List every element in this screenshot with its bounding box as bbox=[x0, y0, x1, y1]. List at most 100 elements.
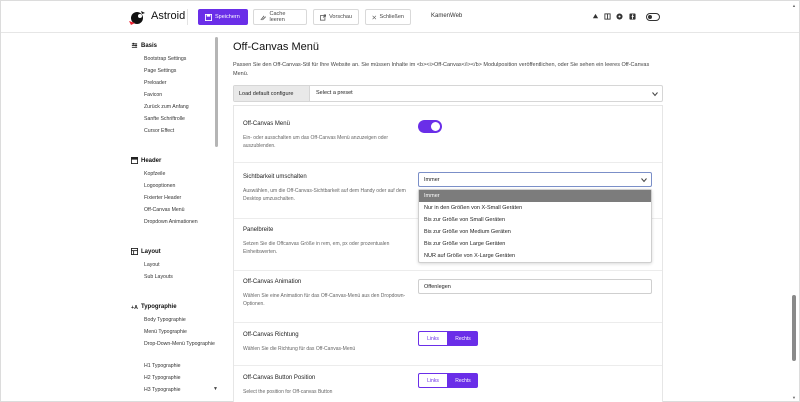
row-divider bbox=[234, 270, 662, 271]
dropdown-option[interactable]: Bis zur Größe von Medium Geräten bbox=[419, 226, 651, 238]
row-divider bbox=[234, 365, 662, 366]
sidebar-item-sub-layouts[interactable]: Sub Layouts bbox=[144, 274, 219, 281]
chevron-down-icon bbox=[652, 92, 658, 97]
header-icon bbox=[131, 157, 138, 164]
header-divider bbox=[187, 9, 188, 25]
offcanvas-label: Off-Canvas Menü bbox=[243, 121, 290, 127]
sidebar-item-back-to-top[interactable]: Zurück zum Anfang bbox=[144, 104, 219, 111]
sidebar-item-offcanvas-menu[interactable]: Off-Canvas Menü bbox=[144, 207, 219, 214]
close-button[interactable]: Schließen bbox=[365, 9, 411, 25]
broom-icon bbox=[260, 15, 266, 20]
direction-help: Wählen Sie die Richtung für das Off-Canv… bbox=[243, 346, 356, 352]
site-name: KamenWeb bbox=[431, 13, 463, 19]
layout-icon bbox=[131, 248, 138, 255]
page-scrollbar[interactable]: ▲ ▼ bbox=[791, 3, 797, 401]
sliders-icon bbox=[131, 42, 138, 48]
sidebar-section-header[interactable]: Header bbox=[131, 157, 161, 164]
sidebar-item-favicon[interactable]: Favicon bbox=[144, 92, 219, 99]
chevron-down-icon bbox=[641, 178, 647, 183]
save-button[interactable]: Speichern bbox=[198, 9, 248, 25]
sidebar-item-dropdown-typography[interactable]: Drop-Down-Menü Typographie bbox=[144, 341, 219, 348]
button-position-help: Select the position for Off-canvas Butto… bbox=[243, 389, 333, 395]
sidebar-item-kopfzeile[interactable]: Kopfzeile bbox=[144, 171, 219, 178]
sidebar-item-bootstrap-settings[interactable]: Bootstrap Settings bbox=[144, 56, 219, 63]
sidebar-section-label: Layout bbox=[141, 248, 161, 255]
button-position-label: Off-Canvas Button Position bbox=[243, 375, 316, 381]
animation-label: Off-Canvas Animation bbox=[243, 279, 302, 285]
animation-select[interactable]: Offenlegen bbox=[418, 279, 652, 294]
save-label: Speichern bbox=[215, 14, 240, 20]
button-position-toggle: Links Rechts bbox=[418, 373, 478, 388]
scroll-up-icon[interactable]: ▲ bbox=[792, 3, 796, 8]
sidebar-item-dropdown-animations[interactable]: Dropdown Animationen bbox=[144, 219, 219, 226]
offcanvas-switch[interactable] bbox=[418, 120, 442, 133]
sidebar-item-h2-typography[interactable]: H2 Typographie bbox=[144, 375, 219, 382]
dropdown-option[interactable]: Bis zur Größe von Small Geräten bbox=[419, 214, 651, 226]
sidebar-item-logooptionen[interactable]: Logooptionen bbox=[144, 183, 219, 190]
button-position-left-button[interactable]: Links bbox=[418, 373, 448, 388]
row-divider bbox=[234, 162, 662, 163]
sidebar-item-cursor-effect[interactable]: Cursor Effect bbox=[144, 128, 219, 135]
scroll-down-icon[interactable]: ▼ bbox=[792, 395, 796, 400]
sidebar-section-basis[interactable]: Basis bbox=[131, 42, 157, 49]
save-icon bbox=[205, 13, 212, 21]
page-description: Passen Sie den Off-Canvas-Stil für Ihre … bbox=[233, 62, 650, 77]
scroll-thumb[interactable] bbox=[792, 295, 796, 361]
external-link-icon bbox=[320, 13, 327, 21]
theme-toggle[interactable] bbox=[646, 13, 660, 21]
sidebar-section-label: Typographie bbox=[141, 303, 177, 310]
sidebar-item-h3-typography[interactable]: H3 Typographie bbox=[144, 387, 219, 394]
astroid-logo-icon bbox=[129, 11, 145, 25]
panel-width-label: Panelbreite bbox=[243, 227, 274, 233]
dropdown-option[interactable]: Nur in den Größen von X-Small Geräten bbox=[419, 202, 651, 214]
visibility-dropdown-list: Immer Nur in den Größen von X-Small Gerä… bbox=[418, 189, 652, 263]
top-toolbar: Astroid Speichern Cache leeren Vorschau … bbox=[1, 1, 799, 33]
preset-bar: Load default configure Select a preset bbox=[233, 85, 663, 102]
offcanvas-help: Ein- oder ausschalten um das Off-Canvas … bbox=[243, 135, 388, 149]
palette-icon[interactable] bbox=[592, 13, 599, 20]
close-label: Schließen bbox=[379, 14, 404, 20]
dropdown-option[interactable]: Immer bbox=[419, 190, 651, 202]
animation-value: Offenlegen bbox=[424, 283, 451, 290]
direction-right-button[interactable]: Rechts bbox=[448, 331, 478, 346]
sidebar-item-h1-typography[interactable]: H1 Typographie bbox=[144, 363, 219, 370]
typography-icon: +A bbox=[131, 305, 138, 310]
sidebar-item-layout[interactable]: Layout bbox=[144, 262, 219, 269]
button-position-right-button[interactable]: Rechts bbox=[448, 373, 478, 388]
book-icon[interactable] bbox=[604, 13, 611, 20]
clear-cache-label: Cache leeren bbox=[269, 11, 286, 23]
animation-help: Wählen Sie eine Animation für das Off-Ca… bbox=[243, 293, 406, 307]
sidebar-item-smooth-scroll[interactable]: Sanfte Schriftrolle bbox=[144, 116, 219, 123]
facebook-icon[interactable] bbox=[629, 13, 636, 20]
direction-left-button[interactable]: Links bbox=[418, 331, 448, 346]
panel-width-help: Setzen Sie die Offcanvas Größe in rem, e… bbox=[243, 241, 390, 255]
sidebar-section-label: Basis bbox=[141, 42, 158, 49]
visibility-label: Sichtbarkeit umschalten bbox=[243, 174, 307, 180]
row-divider bbox=[234, 322, 662, 323]
visibility-select[interactable]: Immer bbox=[418, 172, 652, 187]
close-icon bbox=[372, 15, 377, 19]
preview-button[interactable]: Vorschau bbox=[313, 9, 359, 25]
preview-label: Vorschau bbox=[329, 14, 352, 20]
visibility-value: Immer bbox=[424, 176, 440, 183]
github-icon[interactable] bbox=[616, 13, 623, 20]
sidebar-scrollbar[interactable] bbox=[215, 37, 218, 147]
dropdown-option[interactable]: NUR auf Größe von X-Large Geräten bbox=[419, 250, 651, 262]
load-default-button[interactable]: Load default configure bbox=[234, 86, 310, 101]
page-title: Off-Canvas Menü bbox=[233, 41, 320, 53]
preset-select[interactable]: Select a preset bbox=[316, 90, 353, 96]
app-window: Astroid Speichern Cache leeren Vorschau … bbox=[0, 0, 800, 402]
sidebar-item-fixed-header[interactable]: Fixierter Header bbox=[144, 195, 219, 202]
sidebar-scroll-down-icon[interactable]: ▼ bbox=[213, 386, 218, 392]
visibility-help: Auswählen, um die Off-Canvas-Sichtbarkei… bbox=[243, 188, 406, 202]
sidebar-section-layout[interactable]: Layout bbox=[131, 248, 161, 255]
sidebar-item-page-settings[interactable]: Page Settings bbox=[144, 68, 219, 75]
dropdown-option[interactable]: Bis zur Größe von Large Geräten bbox=[419, 238, 651, 250]
sidebar-item-preloader[interactable]: Preloader bbox=[144, 80, 219, 87]
clear-cache-button[interactable]: Cache leeren bbox=[253, 9, 307, 25]
sidebar-section-label: Header bbox=[141, 157, 162, 164]
sidebar-item-body-typography[interactable]: Body Typographie bbox=[144, 317, 219, 324]
direction-toggle: Links Rechts bbox=[418, 331, 478, 346]
sidebar-section-typography[interactable]: +A Typographie bbox=[131, 303, 177, 311]
sidebar-item-menu-typography[interactable]: Menü Typographie bbox=[144, 329, 219, 336]
